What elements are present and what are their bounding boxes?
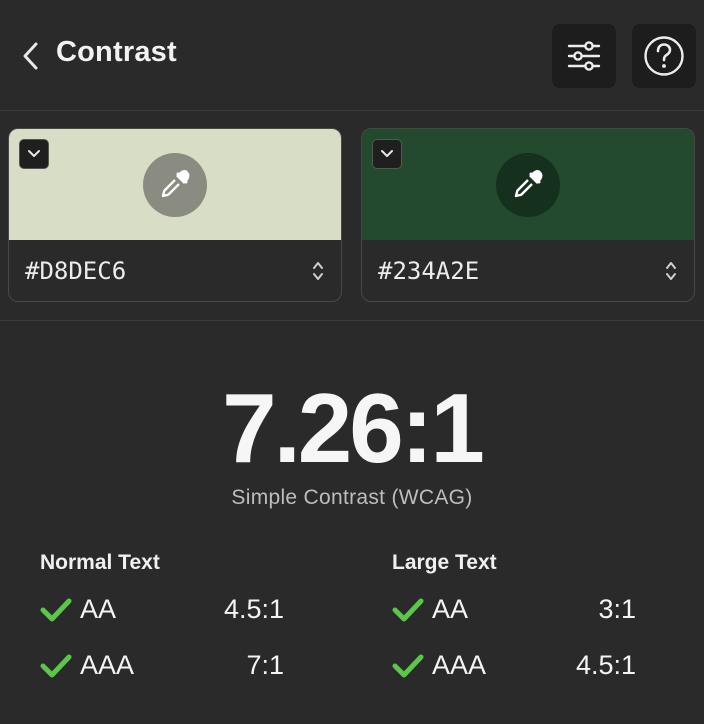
settings-button[interactable] xyxy=(552,24,616,88)
background-eyedropper-button[interactable] xyxy=(496,153,560,217)
page-title: Contrast xyxy=(56,36,177,68)
foreground-color-card: #D8DEC6 xyxy=(8,128,342,302)
help-button[interactable] xyxy=(632,24,696,88)
normal-aa-ratio: 4.5:1 xyxy=(223,594,284,624)
eyedropper-icon xyxy=(161,170,190,198)
check-icon xyxy=(40,598,72,622)
foreground-eyedropper-button[interactable] xyxy=(143,153,207,217)
normal-aa-level: AA xyxy=(80,594,117,624)
foreground-dropdown-toggle[interactable] xyxy=(19,139,49,169)
contrast-ratio: 7.26:1 xyxy=(222,373,485,483)
foreground-format-stepper-icon[interactable] xyxy=(311,260,325,282)
contrast-method-label: Simple Contrast (WCAG) xyxy=(231,486,473,509)
background-dropdown-toggle[interactable] xyxy=(372,139,402,169)
large-text-heading: Large Text xyxy=(392,551,497,574)
normal-text-heading: Normal Text xyxy=(40,551,160,574)
section-divider xyxy=(0,320,704,321)
large-aaa-ratio: 4.5:1 xyxy=(575,650,636,680)
large-aaa-level: AAA xyxy=(432,650,487,680)
background-hex-row[interactable]: #234A2E xyxy=(362,240,694,301)
eyedropper-icon xyxy=(514,170,543,198)
back-button[interactable] xyxy=(20,40,44,72)
header-bar: Contrast xyxy=(0,0,704,111)
chevron-down-icon xyxy=(28,150,40,157)
check-icon xyxy=(392,654,424,678)
check-icon xyxy=(40,654,72,678)
background-hex-value[interactable]: #234A2E xyxy=(378,257,479,285)
check-icon xyxy=(392,598,424,622)
help-circle-icon xyxy=(644,36,684,76)
normal-aaa-ratio: 7:1 xyxy=(246,650,284,680)
background-format-stepper-icon[interactable] xyxy=(664,260,678,282)
sliders-icon xyxy=(567,41,601,71)
background-color-card: #234A2E xyxy=(361,128,695,302)
chevron-down-icon xyxy=(381,150,393,157)
foreground-hex-value[interactable]: #D8DEC6 xyxy=(25,257,126,285)
foreground-hex-row[interactable]: #D8DEC6 xyxy=(9,240,341,301)
chevron-left-icon xyxy=(23,42,38,70)
normal-aaa-level: AAA xyxy=(80,650,135,680)
large-aa-ratio: 3:1 xyxy=(598,594,636,624)
large-aa-level: AA xyxy=(432,594,469,624)
